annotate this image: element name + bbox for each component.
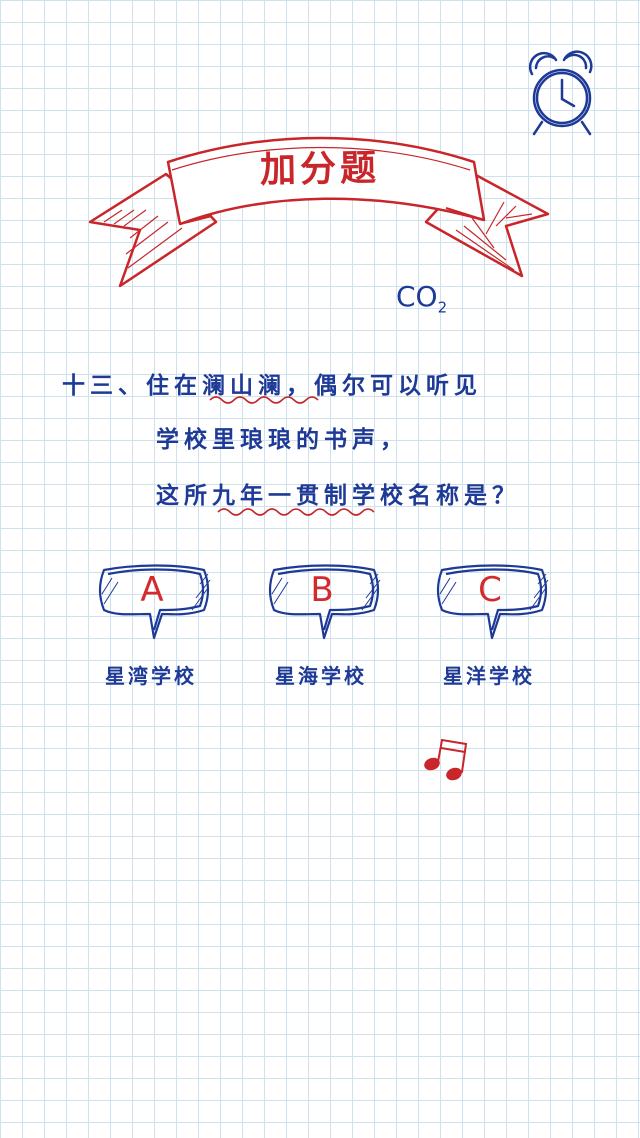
underline-squiggle: [209, 396, 319, 404]
option-a-label: 星湾学校: [105, 664, 197, 688]
banner-title: 加分题: [259, 146, 381, 192]
question-line-2: 学校里琅琅的书声，: [156, 426, 408, 453]
option-c-button[interactable]: C: [434, 564, 552, 674]
co2-formula: CO2: [396, 280, 447, 317]
option-letter: C: [478, 570, 502, 610]
formula-main: CO: [396, 280, 438, 313]
option-b-button[interactable]: B: [266, 564, 384, 674]
option-letter: A: [140, 570, 164, 610]
option-b-label: 星海学校: [275, 664, 367, 688]
option-letter: B: [310, 570, 334, 610]
question-line-3: 这所九年一贯制学校名称是？: [156, 482, 520, 509]
music-note-icon: [424, 738, 468, 781]
option-a-button[interactable]: A: [96, 564, 214, 674]
alarm-clock-icon: [528, 50, 593, 136]
underline-squiggle: [217, 508, 375, 516]
formula-subscript: 2: [437, 298, 448, 317]
option-c-label: 星洋学校: [443, 664, 535, 688]
